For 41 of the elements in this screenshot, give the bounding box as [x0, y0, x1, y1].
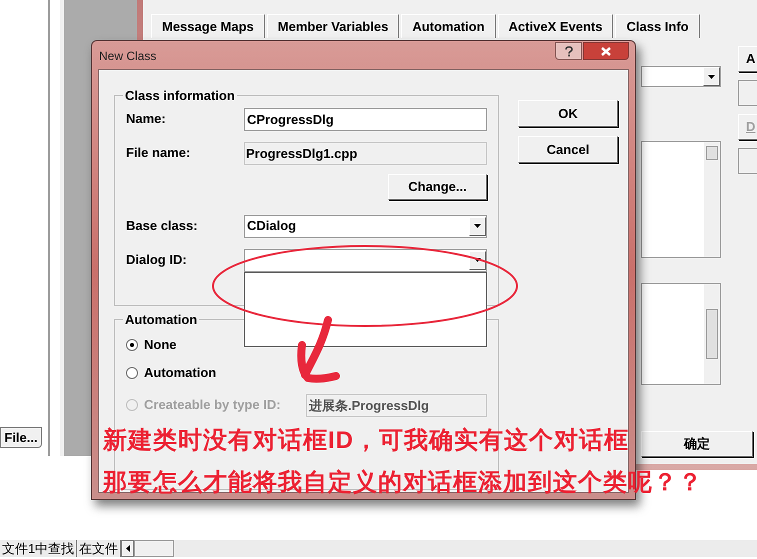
- tab[interactable]: Message Maps: [151, 14, 265, 38]
- help-icon[interactable]: [555, 42, 582, 60]
- dialog-id-combo[interactable]: [244, 248, 487, 272]
- group-title: Automation: [124, 311, 198, 329]
- name-field[interactable]: CProgressDlg: [244, 108, 487, 130]
- dialog-button[interactable]: OK: [518, 100, 618, 127]
- field-label: Base class:: [126, 217, 199, 236]
- scrollbar-thumb[interactable]: [134, 540, 174, 557]
- radio-button[interactable]: [126, 338, 138, 350]
- scrollbar[interactable]: [704, 284, 720, 384]
- tab[interactable]: Automation: [401, 14, 496, 38]
- close-icon[interactable]: [583, 42, 629, 60]
- annotation-text: 新建类时没有对话框ID，可我确实有这个对话框: [103, 426, 629, 456]
- radio-label: Createable by type ID:: [144, 396, 281, 414]
- tab[interactable]: Member Variables: [266, 14, 400, 38]
- tab[interactable]: ActiveX Events: [498, 14, 614, 38]
- combo-box[interactable]: [641, 66, 721, 87]
- file-button[interactable]: File...: [0, 427, 42, 448]
- tab[interactable]: Class Info: [615, 14, 700, 38]
- field-label: Name:: [126, 110, 167, 128]
- dropdown-list[interactable]: [244, 272, 487, 346]
- list-box[interactable]: [641, 141, 721, 258]
- base-class-combo[interactable]: CDialog: [244, 214, 487, 238]
- radio-label: None: [144, 336, 176, 354]
- arrow-annotation: [297, 316, 340, 383]
- change-button[interactable]: Change...: [388, 174, 487, 200]
- combo-value: CDialog: [246, 217, 298, 236]
- radio-button[interactable]: [126, 366, 138, 378]
- list-box[interactable]: [641, 283, 721, 385]
- field-label: Dialog ID:: [126, 250, 188, 269]
- side-button[interactable]: A: [738, 46, 757, 72]
- radio-label: Automation: [144, 364, 216, 382]
- confirm-button[interactable]: 确定: [641, 431, 753, 457]
- scrollbar[interactable]: [704, 142, 720, 257]
- field-label: File name:: [126, 144, 192, 162]
- dialog-button[interactable]: Cancel: [518, 136, 618, 163]
- output-tab[interactable]: 文件1中查找: [0, 540, 78, 557]
- window-title: New Class: [98, 48, 156, 65]
- group-title: Class information: [124, 87, 236, 105]
- file-name-field[interactable]: ProgressDlg1.cpp: [244, 142, 487, 164]
- scroll-left-icon[interactable]: [121, 540, 134, 557]
